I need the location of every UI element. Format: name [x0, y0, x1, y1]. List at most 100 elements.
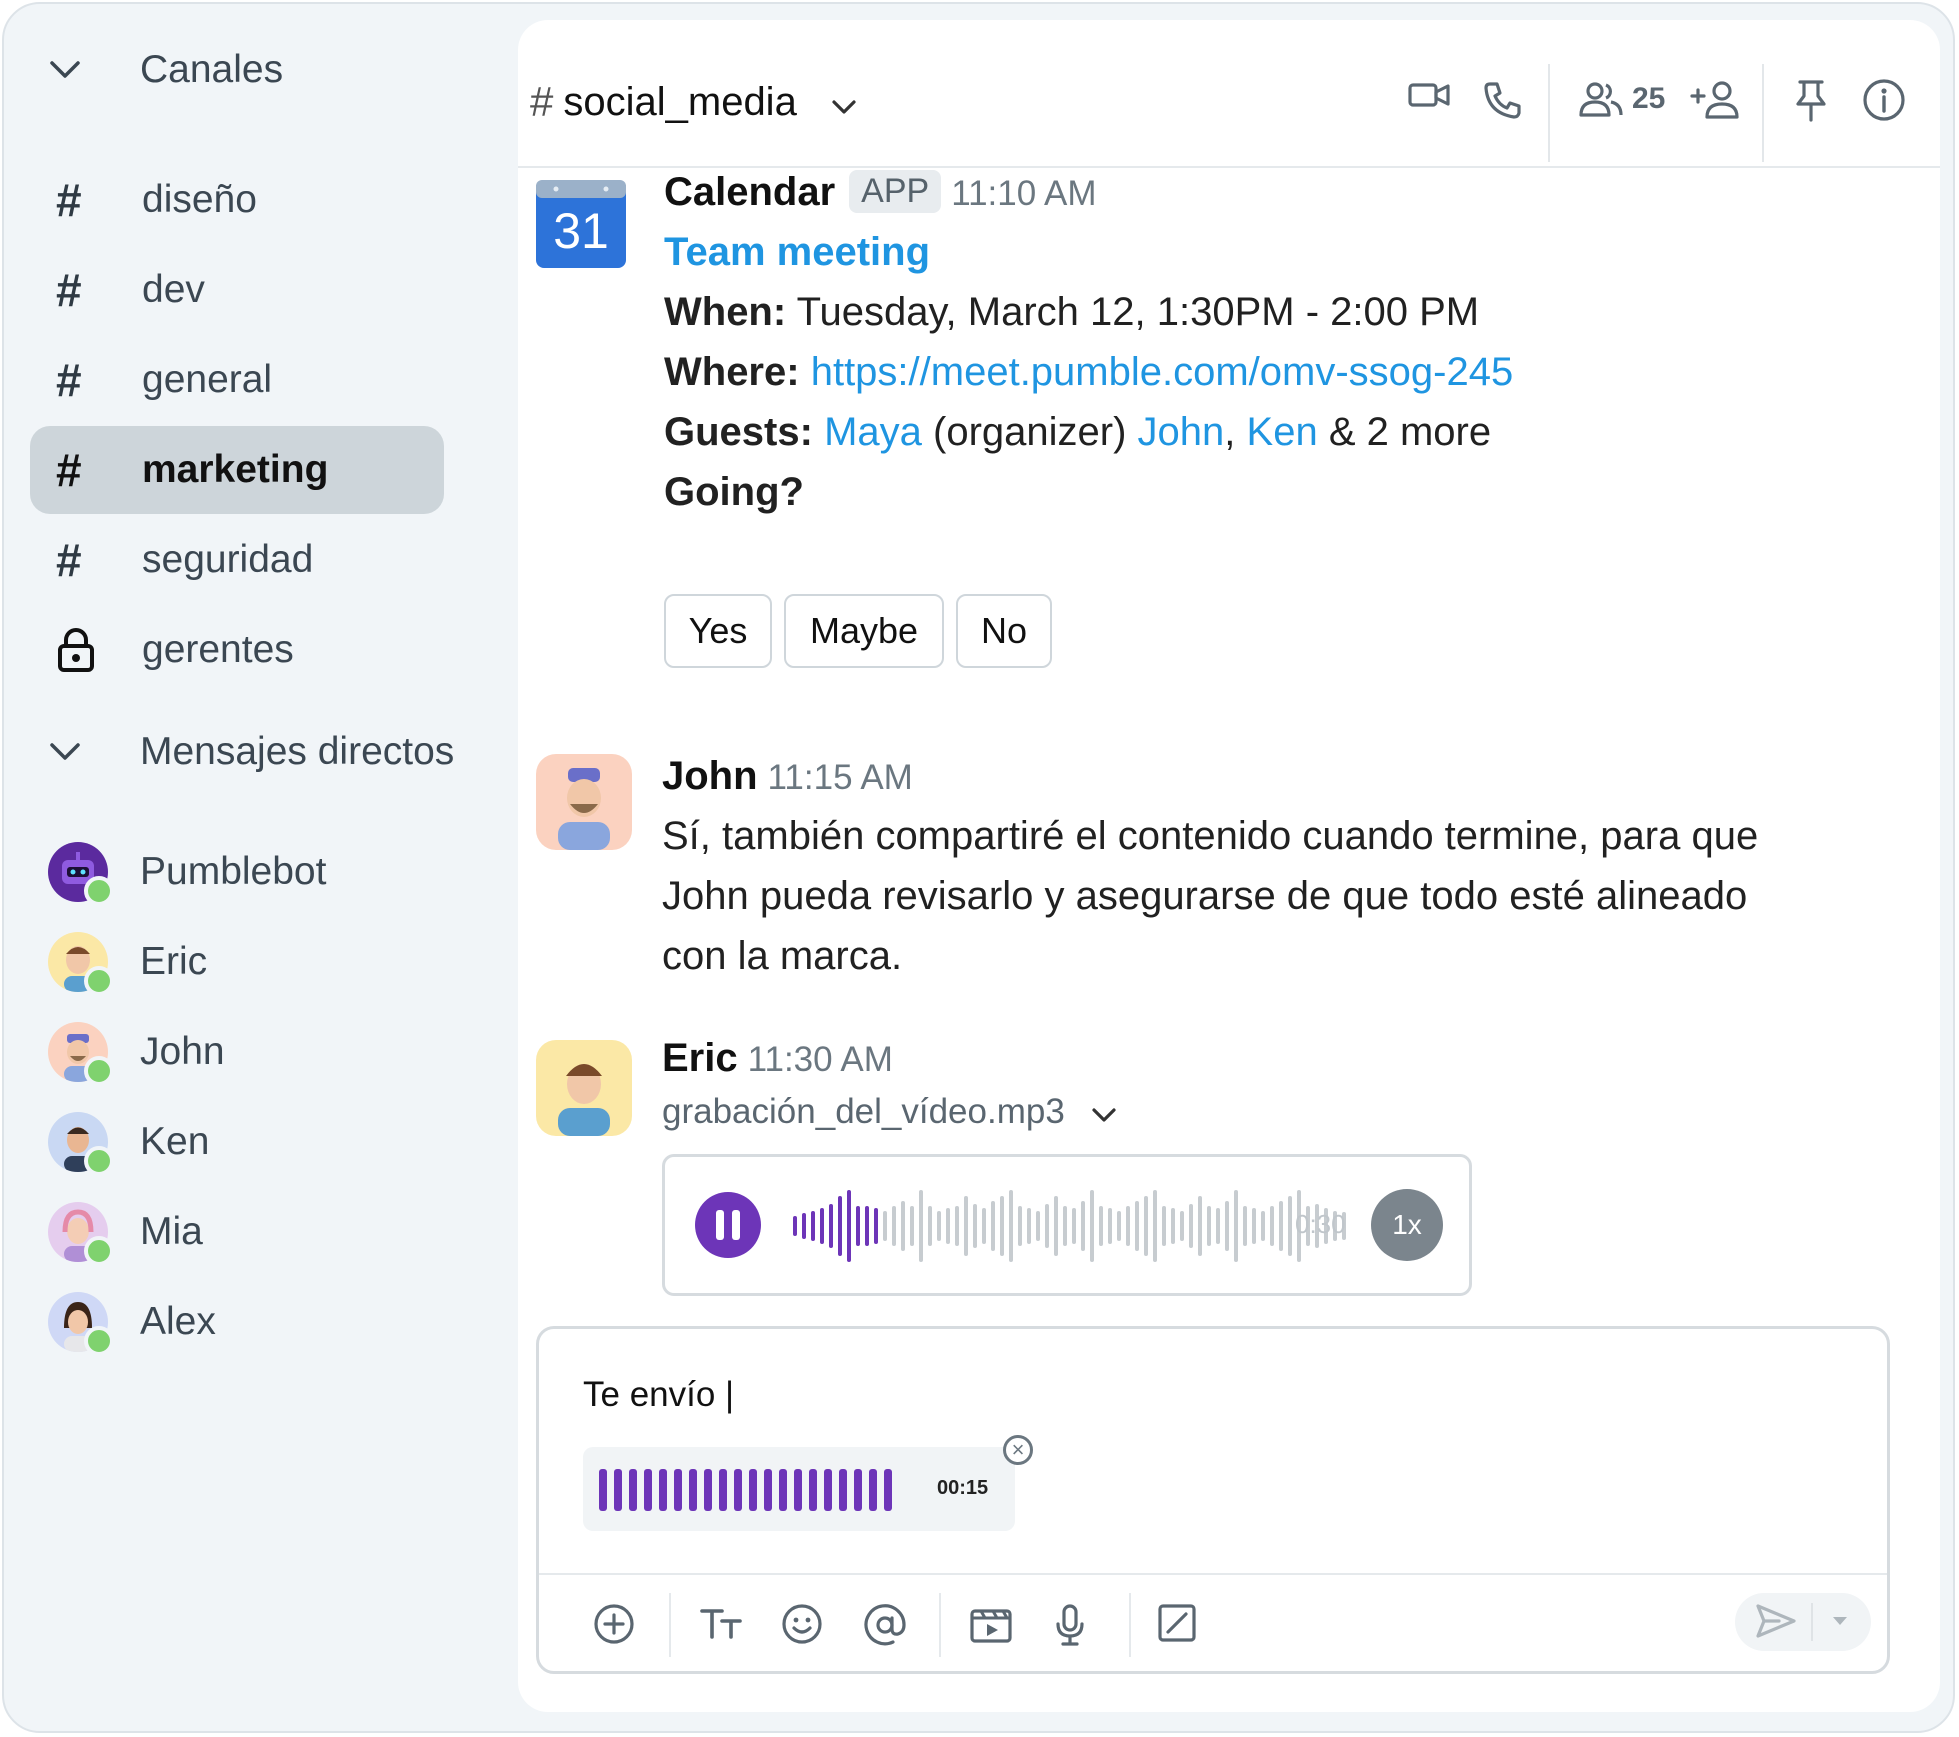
waveform-bar [1126, 1206, 1130, 1246]
dm-section-header[interactable]: Mensajes directos [48, 730, 454, 774]
slash-command-icon[interactable] [1157, 1603, 1197, 1643]
event-title[interactable]: Team meeting [664, 222, 930, 282]
sender-name[interactable]: Eric [662, 1036, 738, 1080]
avatar[interactable] [536, 1040, 632, 1141]
rsvp-maybe-button[interactable]: Maybe [784, 594, 944, 668]
waveform-bar [1009, 1190, 1013, 1262]
sidebar-item-marketing[interactable]: # marketing [30, 426, 444, 514]
close-icon: × [1011, 1437, 1025, 1462]
dm-item-john[interactable]: John [48, 1022, 225, 1086]
attachment-name[interactable]: grabación_del_vídeo.mp3 [662, 1092, 1117, 1132]
svg-text:31: 31 [553, 203, 609, 259]
add-attachment-icon[interactable] [593, 1603, 635, 1645]
chevron-down-icon [48, 60, 112, 80]
emoji-icon[interactable] [781, 1603, 823, 1645]
avatar [48, 932, 114, 996]
waveform-bar [1279, 1201, 1283, 1251]
channels-header-label: Canales [140, 48, 284, 91]
guest-link-ken[interactable]: Ken [1247, 410, 1318, 454]
calendar-app-icon: 31 [534, 176, 628, 275]
pin-icon[interactable] [1794, 78, 1828, 122]
waveform-bar [1243, 1206, 1247, 1246]
dm-item-mia[interactable]: Mia [48, 1202, 203, 1266]
phone-icon[interactable] [1482, 80, 1522, 120]
waveform-bar [883, 1211, 887, 1241]
sidebar-item-label: diseño [142, 178, 257, 221]
chevron-down-icon [48, 742, 112, 762]
remove-recording-button[interactable]: × [1003, 1435, 1033, 1465]
app-badge: APP [849, 170, 942, 213]
meeting-link[interactable]: https://meet.pumble.com/omv-ssog-245 [811, 350, 1514, 394]
hash-icon: # [56, 264, 82, 316]
waveform-bar [1036, 1211, 1040, 1241]
waveform-bar [946, 1208, 950, 1244]
event-title-link[interactable]: Team meeting [664, 230, 930, 274]
composer-input[interactable]: Te envío | [583, 1375, 734, 1415]
sidebar: Canales # diseño # dev # general # marke… [4, 4, 514, 1731]
guest-link-john[interactable]: John [1138, 410, 1225, 454]
video-call-icon[interactable] [1408, 80, 1450, 110]
message-time: 11:15 AM [767, 758, 913, 797]
waveform-bar [1045, 1204, 1049, 1248]
event-where: Where: https://meet.pumble.com/omv-ssog-… [664, 342, 1513, 402]
dm-item-label: Alex [140, 1300, 216, 1343]
waveform-bar [1234, 1190, 1238, 1262]
guest-link-maya[interactable]: Maya [824, 410, 922, 454]
sidebar-item-diseno[interactable]: # diseño [30, 156, 444, 244]
guests-more[interactable]: & 2 more [1329, 410, 1491, 454]
message-header: Calendar APP 11:10 AM [664, 170, 1097, 215]
pause-button[interactable] [695, 1192, 761, 1258]
channel-title-button[interactable]: # social_media [530, 78, 857, 126]
sidebar-item-general[interactable]: # general [30, 336, 444, 424]
send-icon[interactable] [1755, 1602, 1797, 1640]
channels-section-header[interactable]: Canales [48, 48, 283, 92]
dm-item-ken[interactable]: Ken [48, 1112, 209, 1176]
dm-item-eric[interactable]: Eric [48, 932, 207, 996]
sender-name[interactable]: Calendar [664, 170, 835, 214]
add-member-icon[interactable] [1690, 80, 1742, 120]
rsvp-buttons: Yes Maybe No [664, 594, 1052, 668]
rsvp-yes-button[interactable]: Yes [664, 594, 772, 668]
avatar [48, 1202, 114, 1266]
sidebar-item-seguridad[interactable]: # seguridad [30, 516, 444, 604]
waveform-bar [856, 1206, 860, 1246]
info-icon[interactable] [1862, 78, 1906, 122]
waveform-bar [865, 1206, 869, 1246]
waveform-bar [1225, 1201, 1229, 1251]
sender-name[interactable]: John [662, 754, 758, 798]
toolbar-divider [1548, 64, 1550, 162]
channel-header: # social_media 25 [518, 20, 1940, 168]
waveform-bar [1207, 1206, 1211, 1246]
playback-speed-button[interactable]: 1x [1371, 1189, 1443, 1261]
sidebar-item-label: gerentes [142, 628, 294, 671]
message-time: 11:10 AM [951, 174, 1097, 213]
microphone-icon[interactable] [1053, 1603, 1087, 1647]
waveform-bar [1198, 1196, 1202, 1256]
waveform-bar [1000, 1196, 1004, 1256]
rsvp-no-button[interactable]: No [956, 594, 1052, 668]
audio-waveform[interactable] [793, 1187, 1346, 1265]
guests-label: Guests: [664, 410, 813, 454]
message-header: John 11:15 AM [662, 754, 913, 799]
video-clip-icon[interactable] [969, 1603, 1013, 1645]
chevron-down-icon [1091, 1092, 1117, 1132]
members-button[interactable]: 25 [1578, 80, 1665, 118]
dm-item-label: Mia [140, 1210, 203, 1253]
online-status-dot [84, 876, 114, 906]
guest-separator: , [1224, 410, 1236, 454]
waveform-bar [964, 1196, 968, 1256]
waveform-bar [1135, 1201, 1139, 1251]
waveform-bar [838, 1196, 842, 1256]
sidebar-item-dev[interactable]: # dev [30, 246, 444, 334]
dm-item-alex[interactable]: Alex [48, 1292, 216, 1356]
sidebar-item-gerentes[interactable]: gerentes [30, 606, 444, 694]
caret-down-icon[interactable] [1831, 1615, 1849, 1627]
avatar[interactable] [536, 754, 632, 855]
waveform-bar [1072, 1208, 1076, 1244]
text-format-icon[interactable] [699, 1603, 743, 1643]
dm-item-pumblebot[interactable]: Pumblebot [48, 842, 326, 906]
mention-icon[interactable] [863, 1603, 907, 1647]
waveform-bar [1117, 1211, 1121, 1241]
chevron-down-icon [831, 80, 857, 125]
message-composer[interactable]: Te envío | 00:15 × [536, 1326, 1890, 1674]
